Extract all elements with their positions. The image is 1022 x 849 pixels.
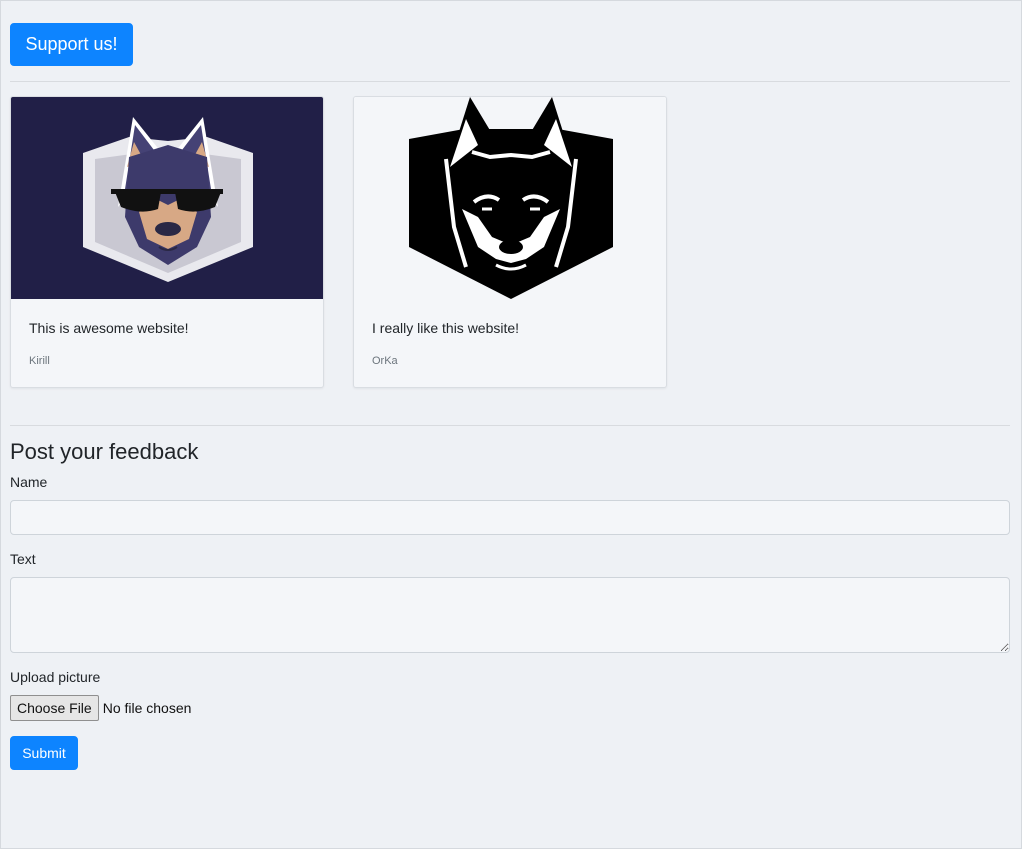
support-us-button[interactable]: Support us! [10,23,133,66]
divider [10,81,1010,82]
feedback-text: This is awesome website! [29,320,189,336]
feedback-text: I really like this website! [372,320,520,336]
dog-sunglasses-image [11,97,323,299]
feedback-author: OrKa [372,355,398,367]
upload-picture-label: Upload picture [10,669,101,685]
file-status: No file chosen [102,700,192,716]
feedback-card: I really like this website! OrKa [353,96,667,388]
text-textarea[interactable] [10,577,1010,653]
submit-button[interactable]: Submit [10,736,78,770]
divider [10,425,1010,426]
name-input[interactable] [10,500,1010,535]
file-upload: Choose File No file chosen [10,695,191,721]
feedback-author: Kirill [29,355,50,367]
feedback-card: This is awesome website! Kirill [10,96,324,388]
text-label: Text [10,551,36,567]
dog-logo-image [354,97,666,299]
feedback-form-heading: Post your feedback [10,439,199,464]
name-label: Name [10,474,48,490]
choose-file-button[interactable]: Choose File [10,695,99,721]
